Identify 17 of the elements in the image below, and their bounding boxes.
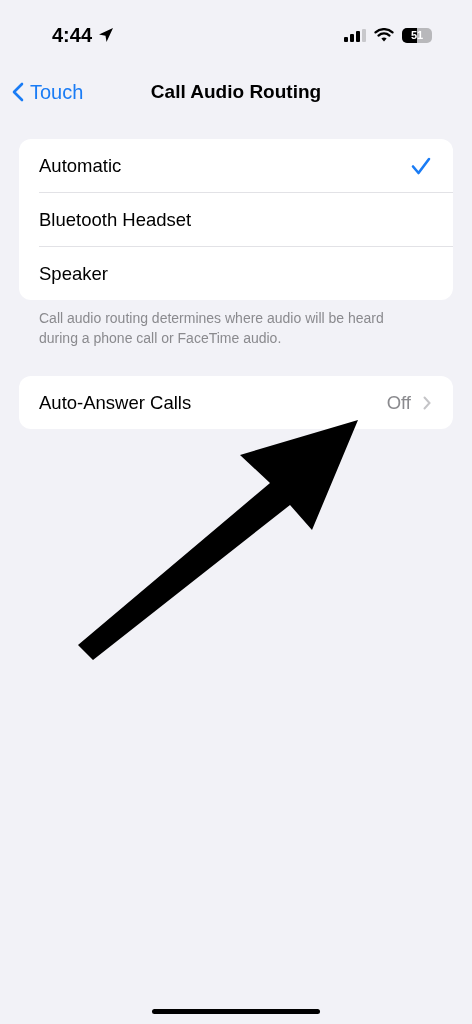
auto-answer-value: Off bbox=[386, 391, 411, 414]
routing-option[interactable]: Bluetooth Headset bbox=[39, 192, 453, 246]
routing-option[interactable]: Speaker bbox=[39, 246, 453, 300]
checkmark-icon bbox=[411, 156, 431, 175]
page-title: Call Audio Routing bbox=[150, 81, 322, 103]
auto-answer-label: Auto-Answer Calls bbox=[39, 391, 192, 414]
signal-icon bbox=[344, 28, 366, 42]
location-arrow-icon bbox=[98, 27, 115, 43]
chevron-right-icon bbox=[423, 395, 431, 410]
wifi-icon bbox=[374, 28, 394, 42]
routing-description: Call audio routing determines where audio will be heard during a phone call or FaceTime audio. bbox=[39, 309, 385, 348]
routing-option[interactable]: Automatic bbox=[39, 139, 453, 192]
battery-icon: 51 bbox=[402, 27, 432, 43]
back-chevron-icon bbox=[12, 82, 24, 102]
back-button[interactable]: Touch bbox=[8, 78, 88, 106]
clock-time: 4:44 bbox=[52, 23, 93, 47]
auto-answer-card[interactable]: Auto-Answer Calls Off bbox=[19, 376, 453, 429]
